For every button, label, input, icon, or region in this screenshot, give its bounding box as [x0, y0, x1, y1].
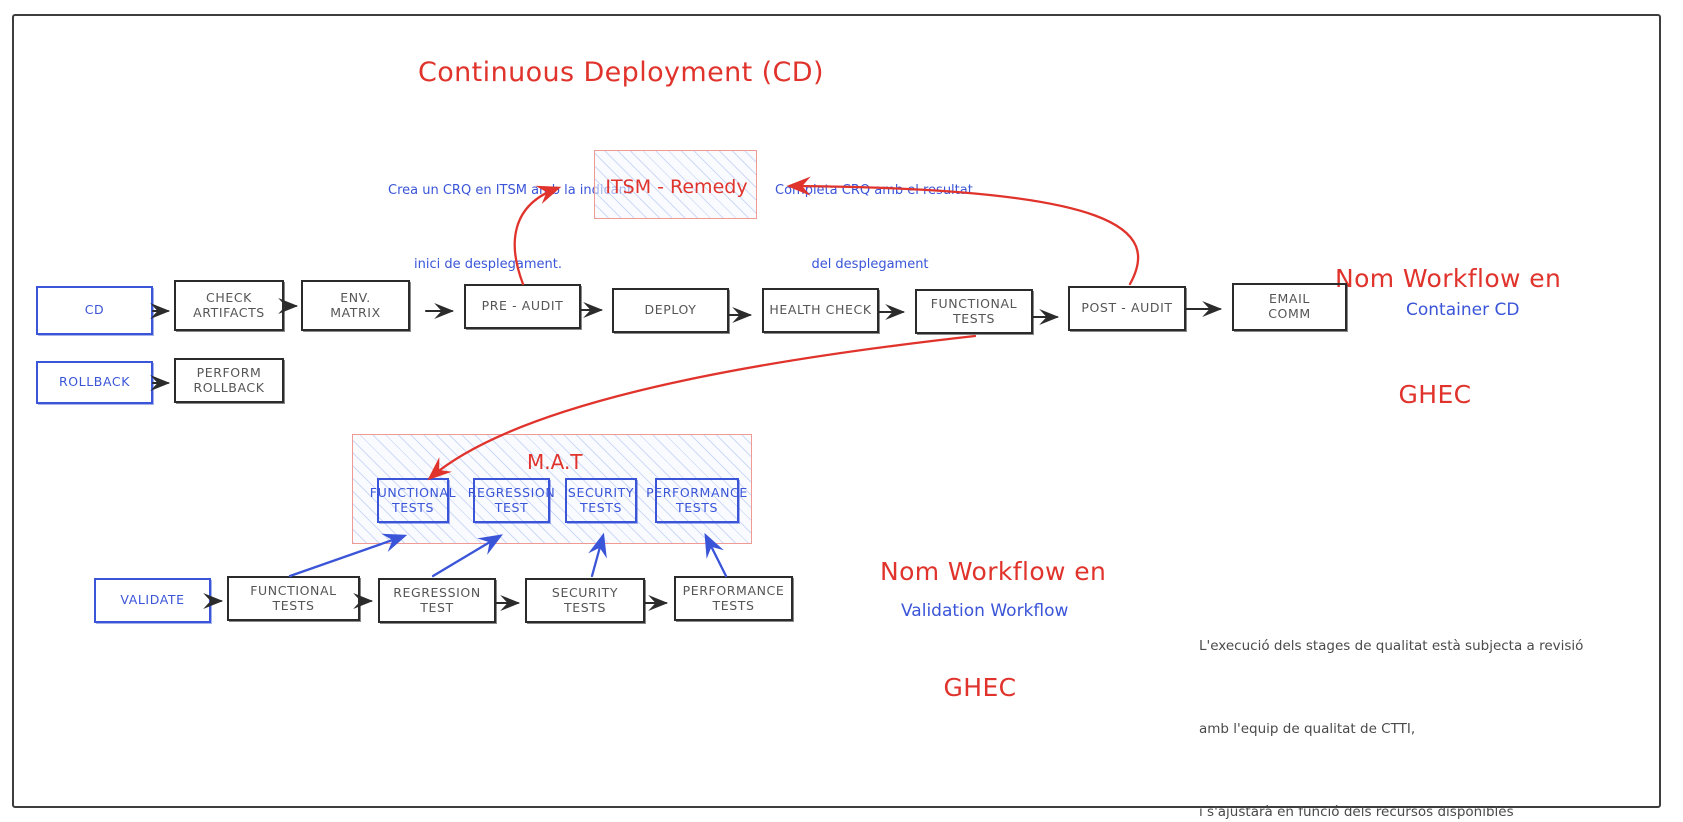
node-security-tests-val[interactable]: SECURITY TESTS: [525, 578, 645, 623]
itsm-right-note-line2: del desplegament: [811, 257, 929, 273]
footnote-line-1: L'execució dels stages de qualitat està …: [1199, 638, 1584, 655]
node-health-check[interactable]: HEALTH CHECK: [762, 288, 879, 333]
node-rollback[interactable]: ROLLBACK: [36, 361, 153, 404]
node-validate[interactable]: VALIDATE: [94, 578, 211, 623]
node-pre-audit[interactable]: PRE - AUDIT: [464, 284, 581, 329]
workflow-ghec-mid-label: Nom Workflow en GHEC: [880, 475, 1107, 785]
node-email-comm-label: EMAIL COMM: [1268, 291, 1311, 321]
node-pre-audit-label: PRE - AUDIT: [481, 298, 564, 314]
node-post-audit[interactable]: POST - AUDIT: [1068, 286, 1186, 331]
node-functional-tests-val[interactable]: FUNCTIONAL TESTS: [227, 576, 360, 621]
mat-node-regression-test-label: REGRESSION TEST: [467, 484, 556, 515]
validation-workflow-label: Validation Workflow: [901, 601, 1069, 621]
mat-node-security-tests[interactable]: SECURITY TESTS: [565, 478, 637, 523]
node-check-artifacts-label: CHECK ARTIFACTS: [193, 289, 265, 320]
itsm-left-note-line1: Crea un CRQ en ITSM amb la indicant: [388, 183, 632, 199]
mat-node-security-tests-label: SECURITY TESTS: [567, 484, 635, 515]
node-functional-tests-val-label: FUNCTIONAL TESTS: [250, 582, 337, 613]
node-email-comm[interactable]: EMAIL COMM: [1232, 283, 1347, 331]
itsm-right-note-line1: Completa CRQ amb el resultat: [775, 183, 973, 199]
workflow-ghec-top-line2: GHEC: [1398, 379, 1472, 409]
workflow-ghec-top-line1: Nom Workflow en: [1335, 263, 1562, 293]
node-deploy-label: DEPLOY: [644, 302, 697, 318]
node-security-tests-val-label: SECURITY TESTS: [551, 584, 619, 615]
node-check-artifacts[interactable]: CHECK ARTIFACTS: [174, 280, 284, 331]
node-regression-test-val-label: REGRESSION TEST: [393, 584, 481, 615]
workflow-ghec-mid-line2: GHEC: [943, 672, 1017, 702]
node-cd[interactable]: CD: [36, 286, 153, 335]
itsm-left-note-line2: inici de desplegament.: [414, 257, 562, 273]
workflow-ghec-top-label: Nom Workflow en GHEC: [1335, 182, 1562, 492]
node-regression-test-val[interactable]: REGRESSION TEST: [378, 578, 496, 623]
container-cd-label: Container CD: [1406, 300, 1520, 320]
footnote-line-3: i s'ajustarà en funció dels recursos dis…: [1199, 804, 1514, 821]
node-functional-tests-cd-label: FUNCTIONAL TESTS: [930, 295, 1018, 326]
node-env-matrix[interactable]: ENV. MATRIX: [301, 280, 410, 331]
node-perform-rollback-label: PERFORM ROLLBACK: [193, 364, 265, 395]
mat-label: M.A.T: [527, 450, 583, 474]
mat-node-regression-test[interactable]: REGRESSION TEST: [468, 478, 555, 523]
node-env-matrix-label: ENV. MATRIX: [330, 289, 381, 320]
node-cd-label: CD: [84, 302, 105, 318]
node-validate-label: VALIDATE: [120, 592, 185, 608]
diagram-canvas: Continuous Deployment (CD) Crea un CRQ e…: [0, 0, 1683, 822]
mat-node-performance-tests[interactable]: PERFORMANCE TESTS: [646, 478, 747, 523]
node-rollback-label: ROLLBACK: [58, 374, 131, 390]
node-functional-tests-cd[interactable]: FUNCTIONAL TESTS: [915, 289, 1033, 334]
mat-node-functional-tests[interactable]: FUNCTIONAL TESTS: [370, 478, 456, 523]
page-title: Continuous Deployment (CD): [418, 57, 824, 88]
footnote-block: L'execució dels stages de qualitat està …: [1199, 578, 1584, 822]
footnote-line-2: amb l'equip de qualitat de CTTI,: [1199, 721, 1416, 738]
node-performance-tests-val[interactable]: PERFORMANCE TESTS: [674, 576, 793, 621]
itsm-remedy-label: ITSM - Remedy: [605, 176, 748, 198]
itsm-remedy-node[interactable]: ITSM - Remedy: [594, 150, 757, 219]
mat-node-performance-tests-label: PERFORMANCE TESTS: [646, 484, 748, 515]
mat-node-functional-tests-label: FUNCTIONAL TESTS: [369, 484, 457, 515]
node-performance-tests-val-label: PERFORMANCE TESTS: [682, 582, 785, 613]
node-perform-rollback[interactable]: PERFORM ROLLBACK: [174, 358, 284, 403]
node-post-audit-label: POST - AUDIT: [1081, 300, 1173, 316]
node-deploy[interactable]: DEPLOY: [612, 288, 729, 333]
workflow-ghec-mid-line1: Nom Workflow en: [880, 556, 1107, 586]
node-health-check-label: HEALTH CHECK: [769, 302, 872, 318]
